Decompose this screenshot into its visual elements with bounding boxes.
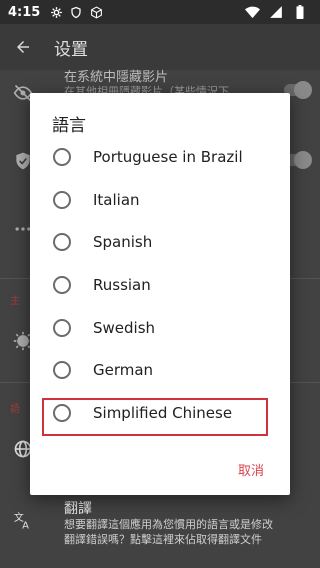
setting-title: 翻譯 <box>64 501 92 517</box>
translate-icon: 文A <box>12 509 34 531</box>
highlight-box <box>42 398 268 436</box>
setting-subtitle: 想要翻譯這個應用為您慣用的語言或是修改 <box>64 518 273 531</box>
shield-icon <box>68 4 84 20</box>
section-header-language: 語 <box>10 404 20 415</box>
option-label: German <box>93 361 154 380</box>
setting-subtitle: 翻譯錯誤嗎？點擊這裡來佔取得翻譯文件 <box>64 533 262 546</box>
language-option[interactable]: Swedish <box>30 306 290 349</box>
language-dialog: 語言 Portuguese in Brazil Italian Spanish … <box>30 93 290 495</box>
language-option[interactable]: Italian <box>30 179 290 222</box>
option-label: Swedish <box>93 318 156 337</box>
option-label: Spanish <box>93 233 153 252</box>
signal-icon <box>268 4 284 20</box>
radio-button[interactable] <box>53 276 71 295</box>
radio-button[interactable] <box>53 233 71 252</box>
gear-icon <box>48 4 64 20</box>
section-header-theme: 主 <box>10 296 20 307</box>
radio-button[interactable] <box>53 190 71 209</box>
language-option[interactable]: Russian <box>30 264 290 307</box>
radio-button[interactable] <box>53 148 71 167</box>
language-option[interactable]: Spanish <box>30 221 290 264</box>
option-label: Portuguese in Brazil <box>93 148 243 167</box>
page-title: 设置 <box>54 39 88 60</box>
dialog-title: 語言 <box>52 116 86 136</box>
language-option[interactable]: German <box>30 349 290 392</box>
battery-icon <box>292 4 308 20</box>
svg-text:A: A <box>22 520 29 530</box>
arrow-left-icon <box>17 41 29 53</box>
back-button[interactable] <box>0 24 46 70</box>
language-options: Portuguese in Brazil Italian Spanish Rus… <box>30 136 290 434</box>
option-label: Russian <box>93 276 151 295</box>
app-bar: 设置 <box>0 24 320 70</box>
radio-button[interactable] <box>53 318 71 337</box>
option-label: Italian <box>93 190 140 209</box>
setting-row-translate[interactable]: 文A 翻譯 想要翻譯這個應用為您慣用的語言或是修改 翻譯錯誤嗎？點擊這裡來佔取得… <box>0 495 320 555</box>
status-time: 4:15 <box>8 4 41 20</box>
cancel-button[interactable]: 取消 <box>238 460 264 479</box>
radio-button[interactable] <box>53 361 71 380</box>
language-option[interactable]: Portuguese in Brazil <box>30 136 290 179</box>
wifi-icon <box>244 4 260 20</box>
status-bar: 4:15 <box>0 0 320 24</box>
cube-icon <box>88 4 104 20</box>
